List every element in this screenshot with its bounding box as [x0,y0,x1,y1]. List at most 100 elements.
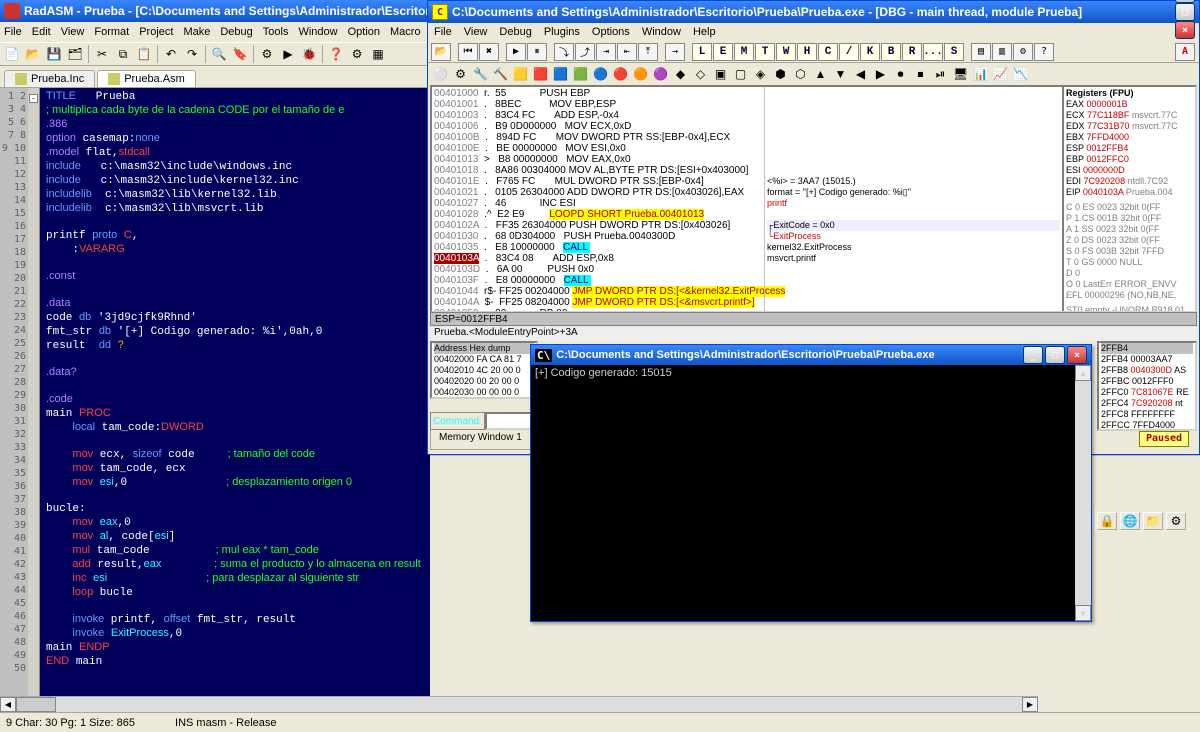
trace-into-icon[interactable]: ⇥ [596,43,616,61]
tool-icon[interactable]: ◀ [851,65,870,83]
tool-icon[interactable]: ▣ [711,65,730,83]
menu-option[interactable]: Option [348,26,380,38]
horizontal-scrollbar[interactable]: ◀ ▶ [0,696,1038,712]
view-...-button[interactable]: ... [923,43,943,61]
save-icon[interactable]: 💾 [44,44,64,64]
olly-titlebar[interactable]: C C:\Documents and Settings\Administrado… [428,1,1199,23]
hex-dump-pane[interactable]: Address Hex dump00402000 FA CA 81 700402… [430,341,538,399]
view-K-button[interactable]: K [860,43,880,61]
menu-plugins[interactable]: Plugins [544,26,580,38]
menu-options[interactable]: Options [592,26,630,38]
menu-window[interactable]: Window [298,26,337,38]
tool-icon[interactable]: ⏯ [931,65,950,83]
rewind-icon[interactable]: ⏮ [458,43,478,61]
scroll-thumb[interactable] [16,697,56,712]
view-M-button[interactable]: M [734,43,754,61]
goto-icon[interactable]: ❓ [326,44,346,64]
view-H-button[interactable]: H [797,43,817,61]
tool-icon[interactable]: ◆ [671,65,690,83]
redo-icon[interactable]: ↷ [182,44,202,64]
menu-project[interactable]: Project [139,26,173,38]
tool-icon[interactable]: ◇ [691,65,710,83]
tool-icon[interactable]: 📁 [1143,512,1163,530]
scroll-down-icon[interactable]: ▼ [1075,605,1091,621]
undo-icon[interactable]: ↶ [161,44,181,64]
find-icon[interactable]: 🔍 [209,44,229,64]
scroll-up-icon[interactable]: ▲ [1075,365,1091,381]
tool-icon[interactable]: ▲ [811,65,830,83]
fold-gutter[interactable]: - [28,88,40,698]
olly-menubar[interactable]: FileViewDebugPluginsOptionsWindowHelp [428,23,1199,41]
side-toolbar[interactable]: 🔒 🌐 📁 ⚙ [1095,510,1200,532]
menu-macro[interactable]: Macro [390,26,421,38]
code-area[interactable]: TITLE Prueba ; multiplica cada byte de l… [40,88,430,698]
tool-icon[interactable]: 📊 [971,65,990,83]
menu-debug[interactable]: Debug [220,26,252,38]
close-button[interactable]: × [1175,21,1195,39]
console-titlebar[interactable]: C\ C:\Documents and Settings\Administrad… [531,345,1091,365]
menu-file[interactable]: File [4,26,22,38]
menu-edit[interactable]: Edit [32,26,51,38]
view-R-button[interactable]: R [902,43,922,61]
view-T-button[interactable]: T [755,43,775,61]
command-bar[interactable]: Command [430,412,535,430]
tool-icon[interactable]: 🔧 [471,65,490,83]
font-icon[interactable]: A [1175,43,1195,61]
trace-over-icon[interactable]: ⇤ [617,43,637,61]
tool-icon[interactable]: ◈ [751,65,770,83]
step-over-icon[interactable]: ⤴ [575,43,595,61]
view-L-button[interactable]: L [692,43,712,61]
view-/-button[interactable]: / [839,43,859,61]
tool-icon[interactable]: 🔵 [591,65,610,83]
view2-icon[interactable]: ▥ [992,43,1012,61]
tool-icon[interactable]: 📈 [991,65,1010,83]
tool-icon[interactable]: ⏺ [891,65,910,83]
open-icon[interactable]: 📂 [23,44,43,64]
view-icon[interactable]: ▤ [971,43,991,61]
tool-icon[interactable]: ⚪ [431,65,450,83]
minimize-button[interactable]: _ [1023,346,1043,364]
view-B-button[interactable]: B [881,43,901,61]
tool-icon[interactable]: 📉 [1011,65,1030,83]
tool-icon[interactable]: 🌐 [1120,512,1140,530]
tool-icon[interactable]: ⚙ [1166,512,1186,530]
disassembly-pane[interactable]: 00401000 r. 55 PUSH EBP00401001 . 8BEC M… [432,87,1062,311]
tool-icon[interactable]: 🟨 [511,65,530,83]
tool-icon[interactable]: 🔒 [1097,512,1117,530]
menu-window[interactable]: Window [642,26,681,38]
olly-cpu-pane[interactable]: 00401000 r. 55 PUSH EBP00401001 . 8BEC M… [430,85,1197,313]
console-scrollbar[interactable]: ▲ ▼ [1075,365,1091,621]
command-input[interactable] [485,412,535,430]
tool-icon[interactable]: ⏹ [911,65,930,83]
registers-pane[interactable]: Registers (FPU)EAX 0000001B ECX 77C118BF… [1062,87,1194,311]
pause-icon[interactable]: ⏸ [527,43,547,61]
cut-icon[interactable]: ✂ [92,44,112,64]
tool-icon[interactable]: ⬡ [791,65,810,83]
olly-toolbar-1[interactable]: 📂 ⏮ ✖ ▶ ⏸ ⤵ ⤴ ⇥ ⇤ ⤒ → LEMTWHC/KBR...S ▤ … [428,41,1199,63]
menu-format[interactable]: Format [94,26,129,38]
tab-prueba-asm[interactable]: Prueba.Asm [97,70,196,87]
menu-help[interactable]: Help [693,26,716,38]
options-icon[interactable]: ⚙ [1013,43,1033,61]
tool-icon[interactable]: 🖥 [951,65,970,83]
stack-pane[interactable]: 2FFB42FFB4 00003AA72FFB8 0040300D AS2FFB… [1097,341,1197,431]
menu-view[interactable]: View [61,26,85,38]
help-icon[interactable]: ? [1034,43,1054,61]
goto-icon[interactable]: → [665,43,685,61]
menu-file[interactable]: File [434,26,452,38]
close-button[interactable]: × [1067,346,1087,364]
debug-icon[interactable]: 🐞 [299,44,319,64]
olly-toolbar-2[interactable]: ⚪ ⚙ 🔧 🔨 🟨 🟥 🟦 🟩 🔵 🔴 🟠 🟣 ◆ ◇ ▣ ▢ ◈ ⬢ ⬡ ▲ … [428,63,1199,85]
menu-make[interactable]: Make [183,26,210,38]
paste-icon[interactable]: 📋 [134,44,154,64]
close-program-icon[interactable]: ✖ [479,43,499,61]
code-editor[interactable]: 1 2 3 4 5 6 7 8 9 10 11 12 13 14 15 16 1… [0,88,430,698]
view-C-button[interactable]: C [818,43,838,61]
scroll-right-icon[interactable]: ▶ [1022,697,1038,712]
bookmark-icon[interactable]: 🔖 [230,44,250,64]
tool-icon[interactable]: ⚙ [451,65,470,83]
view-E-button[interactable]: E [713,43,733,61]
tab-prueba-inc[interactable]: Prueba.Inc [4,70,95,87]
menu-view[interactable]: View [464,26,488,38]
step-into-icon[interactable]: ⤵ [554,43,574,61]
